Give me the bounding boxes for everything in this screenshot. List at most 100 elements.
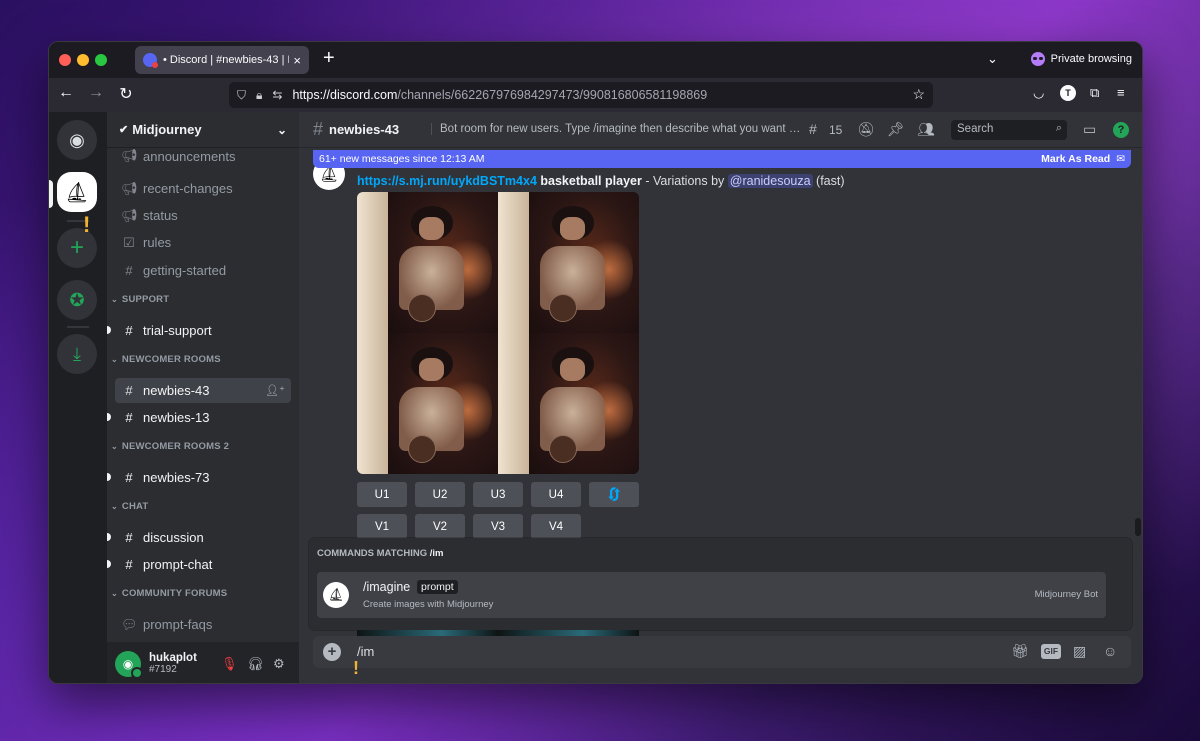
member-list-icon[interactable]: 👥︎	[917, 121, 935, 138]
gif-picker-button[interactable]: GIF	[1041, 644, 1061, 659]
megaphone-icon: 📢︎	[121, 148, 138, 163]
chat-scrollbar[interactable]	[1135, 518, 1141, 536]
user-avatar[interactable]: ◉	[115, 650, 143, 679]
grid-image-2[interactable]	[498, 192, 639, 333]
create-invite-icon[interactable]: 👤︎⁺	[265, 384, 285, 397]
channel-label: getting-started	[143, 263, 227, 278]
download-apps-icon[interactable]: ⤓	[57, 334, 97, 374]
midjourney-server-icon[interactable]: ⛵︎	[57, 172, 97, 212]
url-text[interactable]: https://discord.com/channels/66226797698…	[292, 88, 707, 102]
new-tab-button[interactable]: +	[323, 48, 335, 68]
variation-2-button[interactable]: V2	[415, 514, 465, 539]
user-mention[interactable]: @ranidesouza	[727, 174, 813, 188]
help-icon[interactable]: ?	[1113, 122, 1129, 138]
category-chat[interactable]: ⌄ CHAT	[111, 501, 148, 512]
annotation-arrow-icon: !	[353, 658, 359, 678]
user-meta[interactable]: hukaplot #7192	[149, 652, 197, 676]
new-messages-banner[interactable]: 61+ new messages since 12:13 AM Mark As …	[313, 150, 1131, 168]
channel-prompt-faqs[interactable]: 💬︎ prompt-faqs	[115, 612, 291, 637]
channel-rules[interactable]: ☑ rules	[115, 230, 291, 255]
channel-label: prompt-chat	[143, 557, 213, 572]
tab-close-icon[interactable]: ×	[293, 53, 301, 68]
emoji-icon[interactable]: ☺	[1103, 643, 1117, 659]
lock-icon[interactable]: 🔒︎	[256, 88, 262, 103]
pin-icon[interactable]: 📌︎	[887, 121, 905, 138]
server-header[interactable]: ✔ Midjourney ⌄	[107, 112, 299, 148]
upscale-1-button[interactable]: U1	[357, 482, 407, 507]
variation-4-button[interactable]: V4	[531, 514, 581, 539]
permissions-icon[interactable]: ⇆	[272, 88, 282, 102]
channel-newbies-13[interactable]: # newbies-13	[107, 405, 291, 430]
unread-indicator	[107, 473, 111, 481]
chevron-down-icon[interactable]: ⌄	[277, 123, 287, 137]
close-window-button[interactable]	[59, 54, 71, 66]
annotation-exclamation-icon: !	[83, 212, 91, 237]
channel-newbies-73[interactable]: # newbies-73	[107, 465, 291, 490]
channel-status[interactable]: 📢︎ status	[115, 203, 291, 228]
upscale-3-button[interactable]: U3	[473, 482, 523, 507]
channel-getting-started[interactable]: # getting-started	[115, 258, 291, 283]
account-avatar[interactable]: T	[1060, 85, 1076, 101]
upload-plus-icon[interactable]: +	[323, 643, 341, 661]
message-input[interactable]: /im	[357, 644, 374, 659]
forum-icon: 💬︎	[121, 616, 138, 632]
category-community-forums[interactable]: ⌄ COMMUNITY FORUMS	[111, 588, 227, 599]
channel-recent-changes[interactable]: 📢︎ recent-changes	[115, 176, 291, 201]
add-server-icon[interactable]: +	[57, 228, 97, 268]
extensions-icon[interactable]: ⧉	[1090, 85, 1099, 101]
reload-icon[interactable]: ↻	[115, 84, 137, 104]
mark-as-read-button[interactable]: Mark As Read	[1041, 153, 1110, 165]
settings-gear-icon[interactable]: ⚙	[273, 656, 285, 672]
variation-3-button[interactable]: V3	[473, 514, 523, 539]
megaphone-icon: 📢︎	[121, 207, 138, 223]
minimize-window-button[interactable]	[77, 54, 89, 66]
navigation-toolbar: ← → ↻ ⛉ 🔒︎ ⇆ https://discord.com/channel…	[49, 78, 1142, 112]
message-composer[interactable]: + /im 🎁︎ GIF ▨ ☺	[313, 636, 1131, 668]
forward-arrow-icon[interactable]: →	[85, 84, 107, 102]
mark-read-icon[interactable]: ✉︎	[1116, 153, 1125, 165]
upscale-2-button[interactable]: U2	[415, 482, 465, 507]
channel-topic[interactable]: Bot room for new users. Type /imagine th…	[431, 123, 801, 135]
upscale-4-button[interactable]: U4	[531, 482, 581, 507]
list-all-tabs-icon[interactable]: ⌄	[987, 51, 998, 67]
inbox-icon[interactable]: ▭	[1083, 121, 1096, 138]
pocket-icon[interactable]: ◡	[1033, 85, 1044, 101]
sticker-icon[interactable]: ▨	[1073, 643, 1086, 660]
channel-prompt-chat[interactable]: # prompt-chat	[107, 552, 291, 577]
reroll-button[interactable]: 🔄︎	[589, 482, 639, 507]
threads-icon[interactable]: #	[809, 121, 817, 137]
grid-image-4[interactable]	[498, 333, 639, 474]
zoom-window-button[interactable]	[95, 54, 107, 66]
discord-home-icon[interactable]: ◉	[57, 120, 97, 160]
explore-servers-icon[interactable]: ✪	[57, 280, 97, 320]
url-bar[interactable]: ⛉ 🔒︎ ⇆ https://discord.com/channels/6622…	[229, 82, 933, 108]
shield-icon[interactable]: ⛉	[237, 88, 246, 103]
command-source: Midjourney Bot	[1034, 589, 1098, 600]
unread-indicator	[107, 533, 111, 541]
grid-image-1[interactable]	[357, 192, 498, 333]
gift-icon[interactable]: 🎁︎	[1011, 643, 1029, 660]
category-newcomer-rooms[interactable]: ⌄ NEWCOMER ROOMS	[111, 354, 221, 365]
channel-newbies-43[interactable]: # newbies-43 👤︎⁺	[115, 378, 291, 403]
image-grid[interactable]	[357, 192, 639, 474]
category-newcomer-rooms-2[interactable]: ⌄ NEWCOMER ROOMS 2	[111, 441, 229, 452]
search-input[interactable]: Search ⌕	[951, 120, 1067, 140]
imagine-command-option[interactable]: ⛵︎ /imagine prompt Create images with Mi…	[317, 572, 1106, 618]
category-support[interactable]: ⌄ SUPPORT	[111, 294, 169, 305]
bookmark-star-icon[interactable]: ☆	[912, 86, 925, 103]
channel-trial-support[interactable]: # trial-support	[107, 318, 291, 343]
search-icon: ⌕	[1055, 122, 1062, 134]
back-arrow-icon[interactable]: ←	[55, 84, 77, 102]
thread-hash-icon: #	[125, 470, 133, 485]
menu-icon[interactable]: ≡	[1117, 85, 1125, 100]
notification-muted-icon[interactable]: 🔕︎	[857, 121, 875, 138]
browser-tab[interactable]: • Discord | #newbies-43 | Midjourney ×	[135, 46, 309, 74]
channel-discussion[interactable]: # discussion	[107, 525, 291, 550]
prompt-link[interactable]: https://s.mj.run/uykdBSTm4x4	[357, 174, 537, 188]
grid-image-3[interactable]	[357, 333, 498, 474]
mute-microphone-icon[interactable]: 🎙︎	[221, 656, 238, 672]
headphones-icon[interactable]: 🎧︎	[247, 656, 264, 672]
command-parameter: prompt	[417, 580, 458, 594]
variation-1-button[interactable]: V1	[357, 514, 407, 539]
channel-announcements[interactable]: 📢︎ announcements	[115, 148, 291, 164]
